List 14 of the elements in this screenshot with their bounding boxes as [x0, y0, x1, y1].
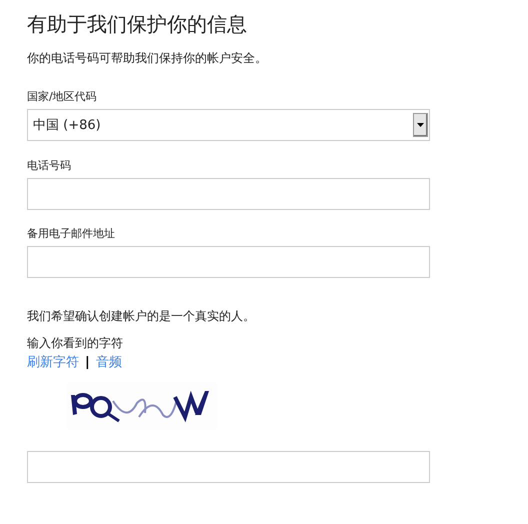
- field-label: 备用电子邮件地址: [27, 227, 116, 241]
- separator: |: [85, 355, 90, 371]
- field-label: 电话号码: [27, 159, 72, 173]
- link[interactable]: 刷新字符: [27, 355, 79, 371]
- verification-text: 我们希望确认创建帐户的是一个真实的人。: [27, 308, 256, 324]
- input-field[interactable]: [27, 246, 430, 278]
- captcha-label: 输入你看到的字符: [27, 335, 124, 351]
- input-field[interactable]: [27, 178, 430, 210]
- link[interactable]: 音频: [96, 355, 122, 371]
- field-label: 国家/地区代码: [27, 90, 98, 104]
- captcha-input-field[interactable]: [27, 451, 430, 483]
- intro-text: 你的电话号码可帮助我们保持你的帐户安全。: [27, 50, 268, 66]
- page-title: 有助于我们保护你的信息: [27, 12, 248, 36]
- country-dropdown[interactable]: 中国 (+86): [27, 109, 430, 141]
